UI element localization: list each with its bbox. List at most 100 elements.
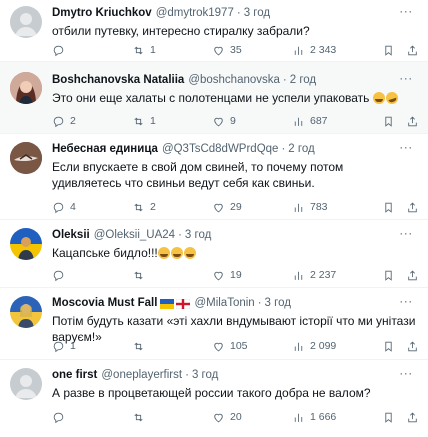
retweet-icon bbox=[134, 117, 143, 125]
author-handle[interactable]: @Oleksii_UA24 bbox=[94, 228, 175, 243]
more-icon[interactable]: ··· bbox=[398, 295, 414, 311]
share-button[interactable] bbox=[406, 200, 419, 214]
retweet-button[interactable] bbox=[132, 339, 150, 353]
like-icon bbox=[214, 271, 223, 280]
author-handle[interactable]: @Q3TsCd8dWPrdQqe bbox=[162, 142, 279, 157]
author-handle[interactable]: @oneplayerfirst bbox=[101, 368, 182, 383]
author-name[interactable]: Небесная единица bbox=[52, 142, 158, 157]
author-handle[interactable]: @boshchanovska bbox=[188, 73, 280, 88]
separator-dot: · bbox=[257, 297, 262, 309]
author-name[interactable]: one first bbox=[52, 368, 97, 383]
reply-button[interactable]: 2 bbox=[52, 114, 76, 128]
bookmark-button[interactable] bbox=[382, 339, 395, 353]
more-icon[interactable]: ··· bbox=[398, 5, 414, 21]
author-name[interactable]: Oleksii bbox=[52, 228, 90, 243]
action-bar: 20 1 666 bbox=[52, 410, 428, 424]
bookmark-icon bbox=[385, 341, 392, 352]
reply-button[interactable] bbox=[52, 43, 70, 57]
more-icon[interactable]: ··· bbox=[398, 141, 414, 157]
avatar[interactable] bbox=[10, 228, 42, 260]
bookmark-button[interactable] bbox=[382, 200, 395, 214]
bookmark-button[interactable] bbox=[382, 43, 395, 57]
retweet-button[interactable]: 1 bbox=[132, 114, 156, 128]
timestamp[interactable]: 3 год bbox=[244, 6, 270, 21]
retweet-button[interactable] bbox=[132, 268, 150, 282]
reply-button[interactable] bbox=[52, 268, 70, 282]
retweet-button[interactable] bbox=[132, 410, 150, 424]
retweet-button[interactable]: 1 bbox=[132, 43, 156, 57]
views-button[interactable]: 2 237 bbox=[292, 268, 336, 282]
share-icon bbox=[408, 412, 417, 422]
tweet[interactable]: Dmytro Kriuchkov @dmytrok1977 · 3 год ··… bbox=[0, 0, 428, 62]
avatar[interactable] bbox=[10, 296, 42, 328]
bookmark-icon bbox=[385, 412, 392, 423]
reply-button[interactable] bbox=[52, 410, 70, 424]
author-name[interactable]: Dmytro Kriuchkov bbox=[52, 6, 152, 21]
like-button[interactable]: 20 bbox=[212, 410, 242, 424]
tweet[interactable]: Moscovia Must Fall @MilaTonin · 3 год ··… bbox=[0, 288, 428, 360]
views-icon bbox=[294, 413, 303, 422]
more-icon[interactable]: ··· bbox=[398, 227, 414, 243]
like-count: 105 bbox=[230, 340, 248, 352]
separator-dot: · bbox=[281, 143, 286, 155]
reply-button[interactable]: 4 bbox=[52, 200, 76, 214]
views-button[interactable]: 783 bbox=[292, 200, 328, 214]
author-name[interactable]: Boshchanovska Nataliia bbox=[52, 73, 184, 88]
share-button[interactable] bbox=[406, 268, 419, 282]
like-button[interactable]: 9 bbox=[212, 114, 236, 128]
share-icon bbox=[408, 45, 417, 55]
tweet[interactable]: Boshchanovska Nataliia @boshchanovska · … bbox=[0, 62, 428, 134]
views-button[interactable]: 687 bbox=[292, 114, 328, 128]
retweet-count: 2 bbox=[150, 201, 156, 213]
like-button[interactable]: 105 bbox=[212, 339, 248, 353]
share-button[interactable] bbox=[406, 43, 419, 57]
avatar[interactable] bbox=[10, 72, 42, 104]
share-button[interactable] bbox=[406, 339, 419, 353]
view-count: 687 bbox=[310, 115, 328, 127]
like-count: 35 bbox=[230, 44, 242, 56]
author-handle[interactable]: @dmytrok1977 bbox=[156, 6, 234, 21]
timestamp[interactable]: 2 год bbox=[288, 142, 314, 157]
bookmark-icon bbox=[385, 270, 392, 281]
reply-count: 1 bbox=[70, 340, 76, 352]
reply-button[interactable]: 1 bbox=[52, 339, 76, 353]
separator-dot: · bbox=[185, 369, 189, 381]
timestamp[interactable]: 3 год bbox=[192, 368, 218, 383]
tweet[interactable]: Небесная единица @Q3TsCd8dWPrdQqe · 2 го… bbox=[0, 134, 428, 220]
bookmark-button[interactable] bbox=[382, 410, 395, 424]
reply-count: 4 bbox=[70, 201, 76, 213]
like-icon bbox=[214, 203, 223, 212]
reply-feed: Dmytro Kriuchkov @dmytrok1977 · 3 год ··… bbox=[0, 0, 428, 437]
retweet-button[interactable]: 2 bbox=[132, 200, 156, 214]
share-button[interactable] bbox=[406, 410, 419, 424]
bookmark-button[interactable] bbox=[382, 268, 395, 282]
views-button[interactable]: 2 343 bbox=[292, 43, 336, 57]
bookmark-button[interactable] bbox=[382, 114, 395, 128]
avatar[interactable] bbox=[10, 6, 42, 38]
tweet[interactable]: Oleksii @Oleksii_UA24 · 3 год ··· Кацапс… bbox=[0, 220, 428, 288]
like-count: 20 bbox=[230, 411, 242, 423]
action-bar: 2 1 9 687 bbox=[52, 114, 428, 128]
like-button[interactable]: 19 bbox=[212, 268, 242, 282]
more-icon[interactable]: ··· bbox=[398, 367, 414, 383]
more-icon[interactable]: ··· bbox=[398, 72, 414, 88]
timestamp[interactable]: 3 год bbox=[185, 228, 211, 243]
like-button[interactable]: 29 bbox=[212, 200, 242, 214]
view-count: 1 666 bbox=[310, 411, 337, 423]
views-icon bbox=[294, 203, 303, 212]
views-button[interactable]: 2 099 bbox=[292, 339, 336, 353]
like-button[interactable]: 35 bbox=[212, 43, 242, 57]
avatar[interactable] bbox=[10, 142, 42, 174]
views-button[interactable]: 1 666 bbox=[292, 410, 336, 424]
tweet[interactable]: one first @oneplayerfirst · 3 год ··· А … bbox=[0, 360, 428, 437]
timestamp[interactable]: 2 год bbox=[290, 73, 316, 88]
grinning-emoji-icon bbox=[183, 247, 196, 259]
author-name[interactable]: Moscovia Must Fall bbox=[52, 296, 157, 311]
views-icon bbox=[294, 117, 303, 126]
like-icon bbox=[214, 413, 223, 422]
share-button[interactable] bbox=[406, 114, 419, 128]
retweet-icon bbox=[134, 203, 143, 211]
author-handle[interactable]: @MilaTonin bbox=[194, 296, 254, 311]
avatar[interactable] bbox=[10, 368, 42, 400]
timestamp[interactable]: 3 год bbox=[265, 296, 291, 311]
